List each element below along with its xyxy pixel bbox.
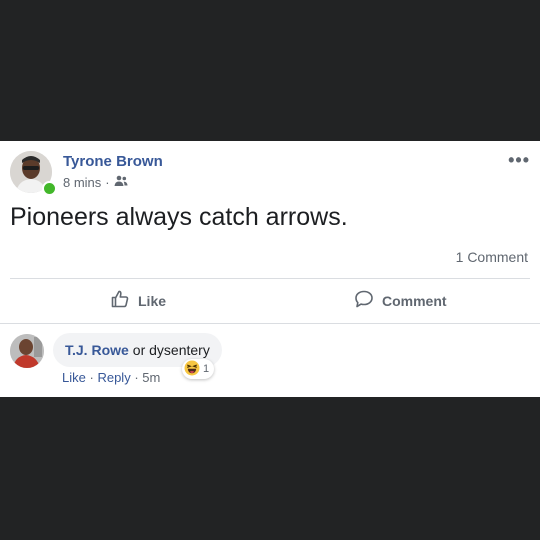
bottom-background	[0, 397, 540, 540]
reaction-count: 1	[203, 363, 210, 375]
comment-actions-separator: ·	[89, 370, 94, 385]
commenter-avatar[interactable]	[10, 334, 44, 368]
comment-like-link[interactable]: Like	[62, 370, 86, 385]
meta-separator: ·	[105, 175, 110, 190]
online-status-dot	[42, 181, 57, 196]
comment-actions: Like · Reply · 5m	[62, 370, 160, 385]
top-background	[0, 0, 540, 141]
comment-reaction-badge[interactable]: 1	[182, 359, 215, 379]
thumbs-up-icon	[110, 289, 130, 312]
comment-label: Comment	[382, 292, 447, 309]
comment-count-link[interactable]: 1 Comment	[456, 249, 528, 265]
like-label: Like	[138, 292, 167, 309]
comment-timestamp[interactable]: 5m	[142, 370, 160, 385]
post-card: Tyrone Brown 8 mins · ••• Pioneers alway…	[0, 141, 540, 397]
comment-icon	[354, 289, 374, 312]
more-options-icon[interactable]: •••	[508, 150, 530, 171]
friends-icon[interactable]	[114, 175, 128, 190]
post-author-name[interactable]: Tyrone Brown	[63, 153, 163, 170]
haha-emoji-icon	[184, 360, 200, 379]
like-button[interactable]: Like	[110, 289, 166, 312]
stats-divider	[10, 278, 530, 279]
comment-reply-link[interactable]: Reply	[97, 370, 130, 385]
actions-divider	[0, 323, 540, 324]
post-text: Pioneers always catch arrows.	[10, 203, 348, 231]
comment-text: or dysentery	[132, 342, 210, 358]
post-meta: 8 mins ·	[63, 175, 128, 190]
commenter-name[interactable]: T.J. Rowe	[65, 342, 129, 358]
comment-button[interactable]: Comment	[354, 289, 447, 312]
comment-actions-separator: ·	[134, 370, 139, 385]
post-timestamp[interactable]: 8 mins	[63, 175, 101, 190]
